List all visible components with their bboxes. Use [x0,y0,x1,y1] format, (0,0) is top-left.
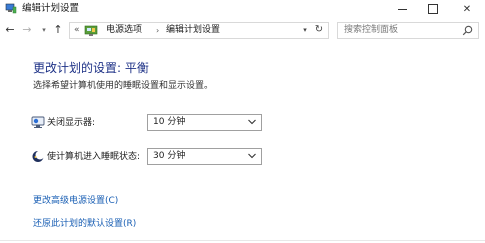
minimize-button[interactable] [387,0,417,18]
breadcrumb-separator-icon[interactable]: › [156,24,159,37]
forward-arrow-icon[interactable]: → [20,23,34,37]
navigation-bar: ← → ▾ ↑ « 电源选项 › 编辑计划设置 ▾ ↻ 搜索控制面板 [0,19,485,43]
address-dropdown-icon[interactable]: ▾ [299,23,311,38]
turn-off-display-select[interactable]: 10 分钟 [147,114,262,131]
recent-locations-chevron-icon[interactable]: ▾ [37,23,51,37]
breadcrumb-power-options[interactable]: 电源选项 [106,24,142,37]
change-advanced-power-settings-link[interactable]: 更改高级电源设置(C) [33,195,118,207]
title-bar: 编辑计划设置 ✕ [0,0,485,18]
search-icon [462,25,473,36]
refresh-icon[interactable]: ↻ [311,23,327,37]
page-description: 选择希望计算机使用的睡眠设置和显示设置。 [33,81,214,91]
monitor-icon [31,116,45,128]
turn-off-display-label: 关闭显示器: [47,118,96,128]
address-bar[interactable]: « 电源选项 › 编辑计划设置 ▾ [69,22,329,39]
back-arrow-icon[interactable]: ← [3,23,17,37]
close-button[interactable]: ✕ [452,0,482,18]
page-heading: 更改计划的设置: 平衡 [33,61,149,75]
sleep-value: 30 分钟 [153,151,186,161]
chevron-down-icon [248,119,256,125]
sleep-label: 使计算机进入睡眠状态: [47,152,141,162]
minimize-icon [397,9,407,10]
close-icon: ✕ [462,3,472,15]
address-prefix-chevron-icon[interactable]: « [74,24,80,37]
moon-icon [32,150,45,162]
restore-default-settings-link[interactable]: 还原此计划的默认设置(R) [33,218,136,230]
turn-off-display-value: 10 分钟 [153,117,186,127]
edit-plan-settings-window: 编辑计划设置 ✕ ← → ▾ ↑ « 电源选项 › 编辑计划设置 ▾ ↻ 搜索控… [0,0,485,243]
breadcrumb-edit-plan-settings[interactable]: 编辑计划设置 [166,24,220,37]
search-placeholder: 搜索控制面板 [344,25,399,35]
bottom-divider [0,240,485,241]
window-title: 编辑计划设置 [22,3,80,14]
up-arrow-icon[interactable]: ↑ [51,23,65,37]
maximize-button[interactable] [418,0,448,18]
sleep-select[interactable]: 30 分钟 [147,148,262,165]
power-options-icon [5,3,17,14]
control-panel-icon [84,25,98,36]
chevron-down-icon [248,153,256,159]
search-box[interactable]: 搜索控制面板 [337,22,479,39]
maximize-icon [428,4,438,14]
